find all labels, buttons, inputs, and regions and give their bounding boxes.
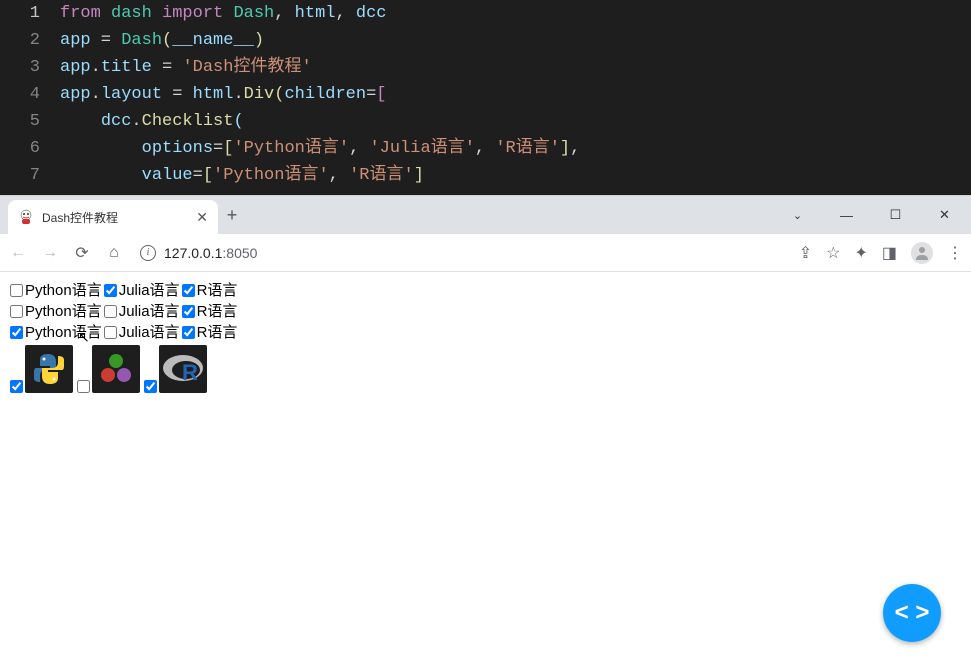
site-info-icon[interactable]: i xyxy=(140,245,156,261)
line-number: 6 xyxy=(0,135,60,162)
extensions-icon[interactable]: ✦ xyxy=(854,243,867,263)
minimize-button[interactable]: ― xyxy=(824,200,869,230)
maximize-button[interactable]: ☐ xyxy=(873,200,918,230)
line-number: 1 xyxy=(0,0,60,27)
check-label: Julia语言 xyxy=(119,322,180,343)
check-label: R语言 xyxy=(197,322,238,343)
line-number: 2 xyxy=(0,27,60,54)
code-line-5: 5 dcc.Checklist( xyxy=(0,108,971,135)
browser-toolbar: ← → ⟳ ⌂ i 127.0.0.1:8050 ⇪ ☆ ✦ ◨ ⋮ xyxy=(0,234,971,272)
checkbox[interactable] xyxy=(182,326,195,339)
python-logo-icon xyxy=(25,345,73,393)
back-button[interactable]: ← xyxy=(8,244,28,262)
julia-logo-icon xyxy=(92,345,140,393)
home-button[interactable]: ⌂ xyxy=(104,244,124,262)
check-label: Python语言 xyxy=(25,280,102,301)
code-editor: 1from dash import Dash, html, dcc 2app =… xyxy=(0,0,971,195)
svg-text:R: R xyxy=(182,360,198,385)
checkbox[interactable] xyxy=(10,326,23,339)
address-bar[interactable]: i 127.0.0.1:8050 xyxy=(136,245,787,261)
checklist-row-1: Python语言 Julia语言 R语言 xyxy=(10,280,961,301)
check-label: Python语言 xyxy=(25,322,102,343)
check-label: R语言 xyxy=(197,301,238,322)
code-line-1: 1from dash import Dash, html, dcc xyxy=(0,0,971,27)
bookmark-icon[interactable]: ☆ xyxy=(826,243,840,263)
browser-tab[interactable]: Dash控件教程 ✕ xyxy=(8,200,218,234)
check-r[interactable]: R语言 xyxy=(182,280,238,301)
check-python[interactable]: Python语言 xyxy=(10,322,102,343)
checkbox[interactable] xyxy=(104,326,117,339)
check-julia[interactable]: Julia语言 xyxy=(104,301,180,322)
sidepanel-icon[interactable]: ◨ xyxy=(882,243,897,263)
checklist-row-2: Python语言 Julia语言 R语言 xyxy=(10,301,961,322)
code-line-6: 6 options=['Python语言', 'Julia语言', 'R语言']… xyxy=(0,135,971,162)
toolbar-right: ⇪ ☆ ✦ ◨ ⋮ xyxy=(799,242,963,264)
checkbox[interactable] xyxy=(10,380,23,393)
checklist-row-3: Python语言 Julia语言 R语言 xyxy=(10,322,961,343)
checkbox[interactable] xyxy=(104,305,117,318)
reload-button[interactable]: ⟳ xyxy=(72,243,92,263)
url-text: 127.0.0.1:8050 xyxy=(164,245,257,261)
code-line-2: 2app = Dash(__name__) xyxy=(0,27,971,54)
line-number: 7 xyxy=(0,162,60,189)
check-label: Julia语言 xyxy=(119,280,180,301)
checkbox[interactable] xyxy=(10,305,23,318)
checkbox[interactable] xyxy=(182,305,195,318)
line-number: 5 xyxy=(0,108,60,135)
close-button[interactable]: ✕ xyxy=(922,200,967,230)
share-icon[interactable]: ⇪ xyxy=(799,243,812,263)
code-icon: < > xyxy=(895,599,930,627)
checkbox[interactable] xyxy=(144,380,157,393)
page-content: Python语言 Julia语言 R语言 Python语言 Julia语言 R语… xyxy=(0,272,971,652)
check-r[interactable]: R语言 xyxy=(182,301,238,322)
window-controls: ⌄ ― ☐ ✕ xyxy=(775,200,971,230)
code-line-7: 7 value=['Python语言', 'R语言'] xyxy=(0,162,971,189)
check-label: Python语言 xyxy=(25,301,102,322)
line-number: 4 xyxy=(0,81,60,108)
menu-icon[interactable]: ⋮ xyxy=(947,243,963,263)
browser-window: Dash控件教程 ✕ + ⌄ ― ☐ ✕ ← → ⟳ ⌂ i 127.0.0.1… xyxy=(0,195,971,652)
check-python[interactable]: Python语言 xyxy=(10,301,102,322)
checklist-row-images: R xyxy=(10,345,961,393)
checkbox[interactable] xyxy=(182,284,195,297)
code-line-4: 4app.layout = html.Div(children=[ xyxy=(0,81,971,108)
window-dropdown-icon[interactable]: ⌄ xyxy=(775,200,820,230)
checkbox[interactable] xyxy=(10,284,23,297)
dash-devtools-button[interactable]: < > xyxy=(883,584,941,642)
tab-title: Dash控件教程 xyxy=(42,209,188,226)
checkbox[interactable] xyxy=(77,380,90,393)
r-logo-icon: R xyxy=(159,345,207,393)
check-julia[interactable]: Julia语言 xyxy=(104,322,180,343)
check-r[interactable]: R语言 xyxy=(182,322,238,343)
new-tab-button[interactable]: + xyxy=(218,205,246,226)
check-python[interactable]: Python语言 xyxy=(10,280,102,301)
check-r-img[interactable]: R xyxy=(144,345,207,393)
check-julia-img[interactable] xyxy=(77,345,140,393)
checkbox[interactable] xyxy=(104,284,117,297)
profile-avatar-icon[interactable] xyxy=(911,242,933,264)
forward-button[interactable]: → xyxy=(40,244,60,262)
code-line-3: 3app.title = 'Dash控件教程' xyxy=(0,54,971,81)
browser-titlebar: Dash控件教程 ✕ + ⌄ ― ☐ ✕ xyxy=(0,196,971,234)
line-number: 3 xyxy=(0,54,60,81)
tab-close-icon[interactable]: ✕ xyxy=(196,209,208,226)
check-julia[interactable]: Julia语言 xyxy=(104,280,180,301)
check-label: R语言 xyxy=(197,280,238,301)
check-python-img[interactable] xyxy=(10,345,73,393)
favicon-icon xyxy=(18,209,34,225)
check-label: Julia语言 xyxy=(119,301,180,322)
